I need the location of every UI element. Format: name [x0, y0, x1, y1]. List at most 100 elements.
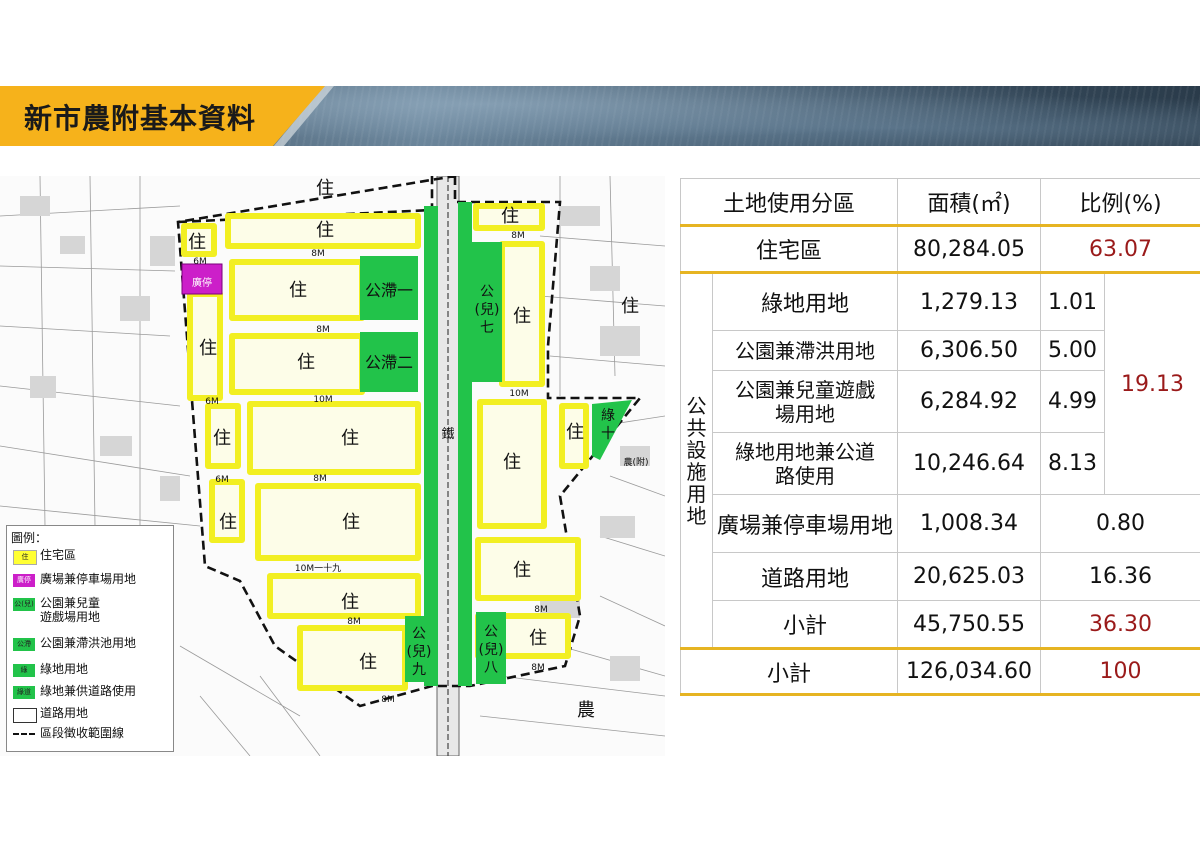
map-label-residential: 住: [341, 428, 359, 449]
row-area: 6,306.50: [897, 330, 1042, 371]
row-name: 公園兼兒童遊戲 場用地: [711, 370, 899, 433]
table-total-row: 小計 126,034.60 100: [679, 648, 1200, 696]
road-label: 10M: [509, 389, 528, 399]
table-row: 廣場兼停車場用地 1,008.34 0.80: [681, 494, 1200, 553]
table-row: 小計 45,750.55 36.30: [681, 600, 1200, 650]
legend-swatch-boundary: [13, 733, 35, 735]
map-label-park7: 公: [480, 284, 494, 300]
row-name: 綠地用地兼公道 路使用: [711, 432, 899, 495]
map-label-park9: (兒): [407, 644, 432, 660]
legend-swatch: 綠: [13, 664, 35, 677]
map-label-park8: 公: [484, 624, 498, 640]
row-ratio: 63.07: [1040, 225, 1200, 274]
legend-swatch: 住: [13, 550, 37, 565]
row-ratio: 5.00: [1040, 330, 1106, 371]
map-label-railway: 鐵: [441, 426, 454, 442]
road-label: 8M: [531, 663, 545, 673]
row-ratio: 100: [1040, 648, 1200, 696]
road-label: 8M: [347, 617, 361, 627]
map-label-park7: 七: [480, 320, 494, 336]
legend-label: 綠地兼供道路使用: [40, 684, 137, 698]
map-label-park8: 八: [484, 660, 498, 676]
page-title: 新市農附基本資料: [24, 102, 257, 135]
table-header-zone: 土地使用分區: [679, 178, 899, 227]
row-area: 10,246.64: [897, 432, 1042, 495]
table-row: 住宅區 80,284.05 63.07: [679, 225, 1200, 274]
land-use-table: 土地使用分區 面積(㎡) 比例(%) 住宅區 80,284.05 63.07 公…: [679, 178, 1200, 700]
map-label-residential: 住: [566, 422, 584, 443]
legend-swatch: 綠道: [13, 686, 35, 699]
legend-item: 廣停 廣場兼停車場用地: [13, 572, 173, 590]
map-label-residential: 住: [188, 232, 206, 253]
legend-label: 綠地用地: [40, 662, 89, 676]
map-label-residential: 住: [529, 628, 547, 649]
map-label-green10: 綠: [601, 408, 615, 424]
road-label: 8M: [534, 605, 548, 615]
map-label-residential: 住: [359, 652, 377, 673]
road-label: 10M: [313, 395, 332, 405]
map-label-residential: 住: [199, 338, 217, 359]
legend-item: 公滯 公園兼滯洪池用地: [13, 636, 173, 654]
road-label: 6M: [205, 397, 219, 407]
row-name: 綠地用地: [711, 272, 899, 331]
table-row: 道路用地 20,625.03 16.36: [681, 552, 1200, 601]
legend-label: 遊戲場用地: [40, 610, 101, 624]
legend-item: 區段徵收範圍線: [13, 726, 173, 744]
map-label-residential: 住: [501, 206, 519, 227]
legend-swatch-road: [13, 708, 37, 723]
map-label-residential: 住: [297, 352, 315, 373]
road-label: 8M: [511, 231, 525, 241]
row-area: 20,625.03: [897, 552, 1042, 601]
road-label: 8M: [381, 695, 395, 705]
row-area: 126,034.60: [897, 648, 1042, 696]
row-area: 45,750.55: [897, 600, 1042, 650]
map-label-residential: 住: [289, 280, 307, 301]
row-ratio: 8.13: [1040, 432, 1106, 495]
legend-item: 綠 綠地用地: [13, 662, 173, 680]
map-label-park8: (兒): [479, 642, 504, 658]
public-facilities-label: 公 共 設 施 用 地: [680, 272, 713, 650]
row-ratio: 16.36: [1040, 552, 1200, 601]
land-use-table-grid: 土地使用分區 面積(㎡) 比例(%) 住宅區 80,284.05 63.07 公…: [679, 178, 1200, 696]
legend-label: 公園兼兒童: [40, 596, 101, 610]
row-ratio: 36.30: [1040, 600, 1200, 650]
row-name: 廣場兼停車場用地: [711, 494, 899, 553]
legend-item: 住 住宅區: [13, 548, 173, 566]
map-label-park7: (兒): [475, 302, 500, 318]
row-area: 1,279.13: [897, 272, 1042, 331]
map-label-residential: 住: [341, 592, 359, 613]
table-header-ratio: 比例(%): [1040, 178, 1200, 227]
map-label-residential: 住: [342, 512, 360, 533]
legend-label: 區段徵收範圍線: [40, 726, 125, 740]
row-ratio: 1.01: [1040, 272, 1106, 331]
map-label-park9: 九: [412, 662, 426, 678]
road-label: 8M: [311, 249, 325, 259]
legend-swatch: 廣停: [13, 574, 35, 587]
row-name: 住宅區: [679, 225, 899, 274]
legend-title: 圖例：: [11, 531, 48, 545]
map-label-park9: 公: [412, 626, 426, 642]
legend-item: 道路用地: [13, 706, 173, 724]
road-label-nongfu: 農(附): [623, 456, 648, 468]
map-label-residential: 住: [503, 452, 521, 473]
row-ratio: 0.80: [1040, 494, 1200, 553]
map-label-plaza: 廣停: [192, 276, 212, 289]
map-label-detention-park-1: 公滯一: [365, 281, 413, 300]
road-label: 6M: [193, 257, 207, 267]
row-area: 80,284.05: [897, 225, 1042, 274]
road-label: 8M: [313, 474, 327, 484]
row-name: 道路用地: [711, 552, 899, 601]
map-label-residential: 住: [316, 220, 334, 241]
map-label-detention-park-2: 公滯二: [365, 353, 413, 372]
road-label: 6M: [215, 475, 229, 485]
map-legend: 圖例： 住 住宅區 廣停 廣場兼停車場用地 公(兒) 公園兼兒童 遊戲場用地 公…: [6, 525, 174, 752]
green-corridor-east: [458, 202, 472, 686]
row-area: 1,008.34: [897, 494, 1042, 553]
row-area: 6,284.92: [897, 370, 1042, 433]
table-header-row: 土地使用分區 面積(㎡) 比例(%): [679, 178, 1200, 227]
map-label-residential: 住: [316, 178, 334, 199]
map-label-residential: 住: [213, 428, 231, 449]
table-row: 公 共 設 施 用 地 綠地用地 1,279.13 1.01 19.13: [680, 272, 1200, 650]
road-label: 8M: [316, 325, 330, 335]
legend-label: 公園兼滯洪池用地: [40, 636, 137, 650]
